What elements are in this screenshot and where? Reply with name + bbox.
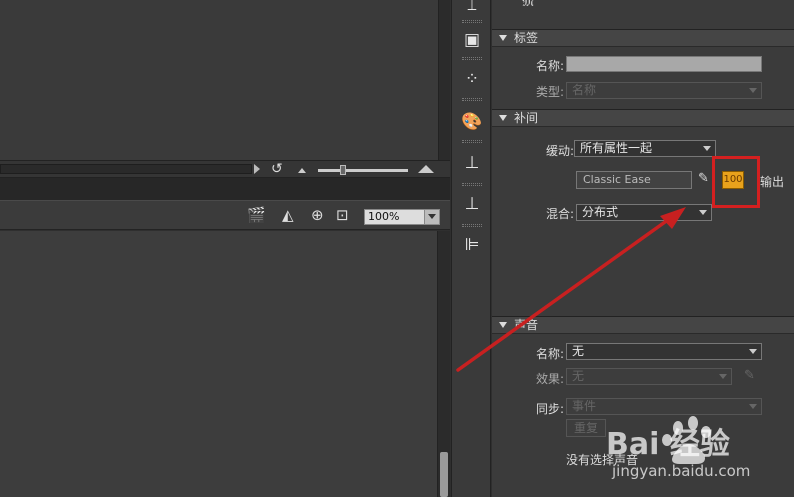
blend-select[interactable]: 分布式 — [576, 204, 712, 221]
chevron-down-icon — [699, 210, 707, 215]
label-name-label: 名称: — [535, 59, 564, 73]
chevron-down-icon — [749, 404, 757, 409]
grip-handle[interactable] — [462, 98, 482, 101]
grip-handle[interactable] — [462, 140, 482, 143]
align-left-icon[interactable]: ⊫ — [461, 234, 483, 256]
zoom-select[interactable]: 100% — [364, 209, 440, 225]
label-type-select[interactable]: 名称 — [566, 82, 762, 99]
align-icon[interactable]: ⌶ — [461, 0, 483, 16]
sound-effect-value: 无 — [572, 369, 585, 383]
panel-icon-column: ⌶ ▣ ⁘ 🎨 ⊥ ⊥ ⊫ — [451, 0, 491, 497]
edit-symbols-icon[interactable]: ◭ — [282, 207, 294, 223]
swatches-dots-icon[interactable]: ⁘ — [461, 68, 483, 90]
sound-section-header[interactable]: 声音 — [492, 316, 794, 334]
clip-frame-icon[interactable]: ⊡ — [336, 207, 349, 223]
label-section-title: 标签 — [514, 31, 539, 45]
watermark-brand: Bai 经验 — [606, 427, 730, 462]
zoom-out-mountain-icon[interactable] — [298, 168, 306, 173]
loop-arrow-icon[interactable]: ↺ — [271, 161, 283, 177]
zoom-value: 100% — [368, 210, 400, 223]
ease-direction-label: 输出 — [760, 175, 785, 189]
grip-handle[interactable] — [462, 20, 482, 23]
crosshair-icon[interactable]: ⊕ — [311, 207, 324, 223]
sound-sync-label: 同步: — [535, 402, 564, 416]
blend-value: 分布式 — [582, 205, 619, 219]
clapperboard-icon[interactable]: 🎬 — [247, 207, 266, 223]
ease-preset-field[interactable]: Classic Ease — [576, 171, 692, 189]
label-type-value: 名称 — [572, 83, 597, 97]
chevron-down-icon — [749, 88, 757, 93]
color-palette-icon[interactable]: 🎨 — [461, 111, 483, 133]
collapse-triangle-icon[interactable] — [499, 115, 507, 121]
symbol-icon: 𝔐 — [522, 0, 534, 10]
ease-highlight-box — [712, 156, 760, 208]
stage-scrollbar-thumb[interactable] — [440, 452, 448, 497]
collapse-triangle-icon[interactable] — [499, 322, 507, 328]
collapse-triangle-icon[interactable] — [499, 35, 507, 41]
sound-name-label: 名称: — [535, 347, 564, 361]
stage-canvas[interactable] — [0, 231, 437, 497]
chevron-down-icon — [749, 349, 757, 354]
ease-value: 所有属性一起 — [580, 141, 653, 155]
component-inspector-icon[interactable]: ⊥ — [461, 193, 483, 215]
sound-sync-value: 事件 — [572, 399, 597, 413]
timeline-vertical-scrollbar[interactable] — [438, 0, 450, 160]
library-icon[interactable]: ▣ — [461, 29, 483, 51]
grip-handle[interactable] — [462, 57, 482, 60]
sound-section-title: 声音 — [514, 318, 539, 332]
sound-effect-label: 效果: — [535, 372, 564, 386]
label-section-header[interactable]: 标签 — [492, 29, 794, 47]
blend-label: 混合: — [545, 207, 574, 221]
chevron-down-icon[interactable] — [424, 210, 439, 224]
tween-section-title: 补间 — [514, 111, 539, 125]
timeline-controls-bar: ↺ — [0, 160, 450, 178]
frame-size-slider[interactable] — [318, 169, 408, 172]
baidu-jingyan-watermark: Bai 经验 jingyan.baidu.com — [606, 416, 750, 480]
panel-divider — [0, 178, 450, 200]
sound-name-value: 无 — [572, 344, 585, 358]
label-type-label: 类型: — [535, 85, 564, 99]
stage-toolbar: 🎬 ◭ ⊕ ⊡ 100% — [0, 200, 450, 230]
pencil-edit-icon[interactable]: ✎ — [698, 171, 709, 186]
label-name-input[interactable] — [566, 56, 762, 72]
sound-name-select[interactable]: 无 — [566, 343, 762, 360]
chevron-down-icon — [703, 146, 711, 151]
timeline-area[interactable] — [0, 0, 438, 160]
pencil-edit-icon[interactable]: ✎ — [744, 368, 755, 383]
watermark-url: jingyan.baidu.com — [611, 462, 750, 480]
grip-handle[interactable] — [462, 183, 482, 186]
timeline-horizontal-scrollbar[interactable] — [0, 164, 252, 174]
grip-handle[interactable] — [462, 224, 482, 227]
sound-effect-select[interactable]: 无 — [566, 368, 732, 385]
scroll-right-arrow-icon[interactable] — [254, 164, 260, 174]
ease-label: 缓动: — [545, 144, 574, 158]
chevron-down-icon — [719, 374, 727, 379]
components-stack-icon[interactable]: ⊥ — [461, 152, 483, 174]
ease-select[interactable]: 所有属性一起 — [574, 140, 716, 157]
tween-section-header[interactable]: 补间 — [492, 109, 794, 127]
frame-size-slider-thumb[interactable] — [340, 165, 346, 175]
zoom-in-mountain-icon[interactable] — [418, 165, 434, 173]
